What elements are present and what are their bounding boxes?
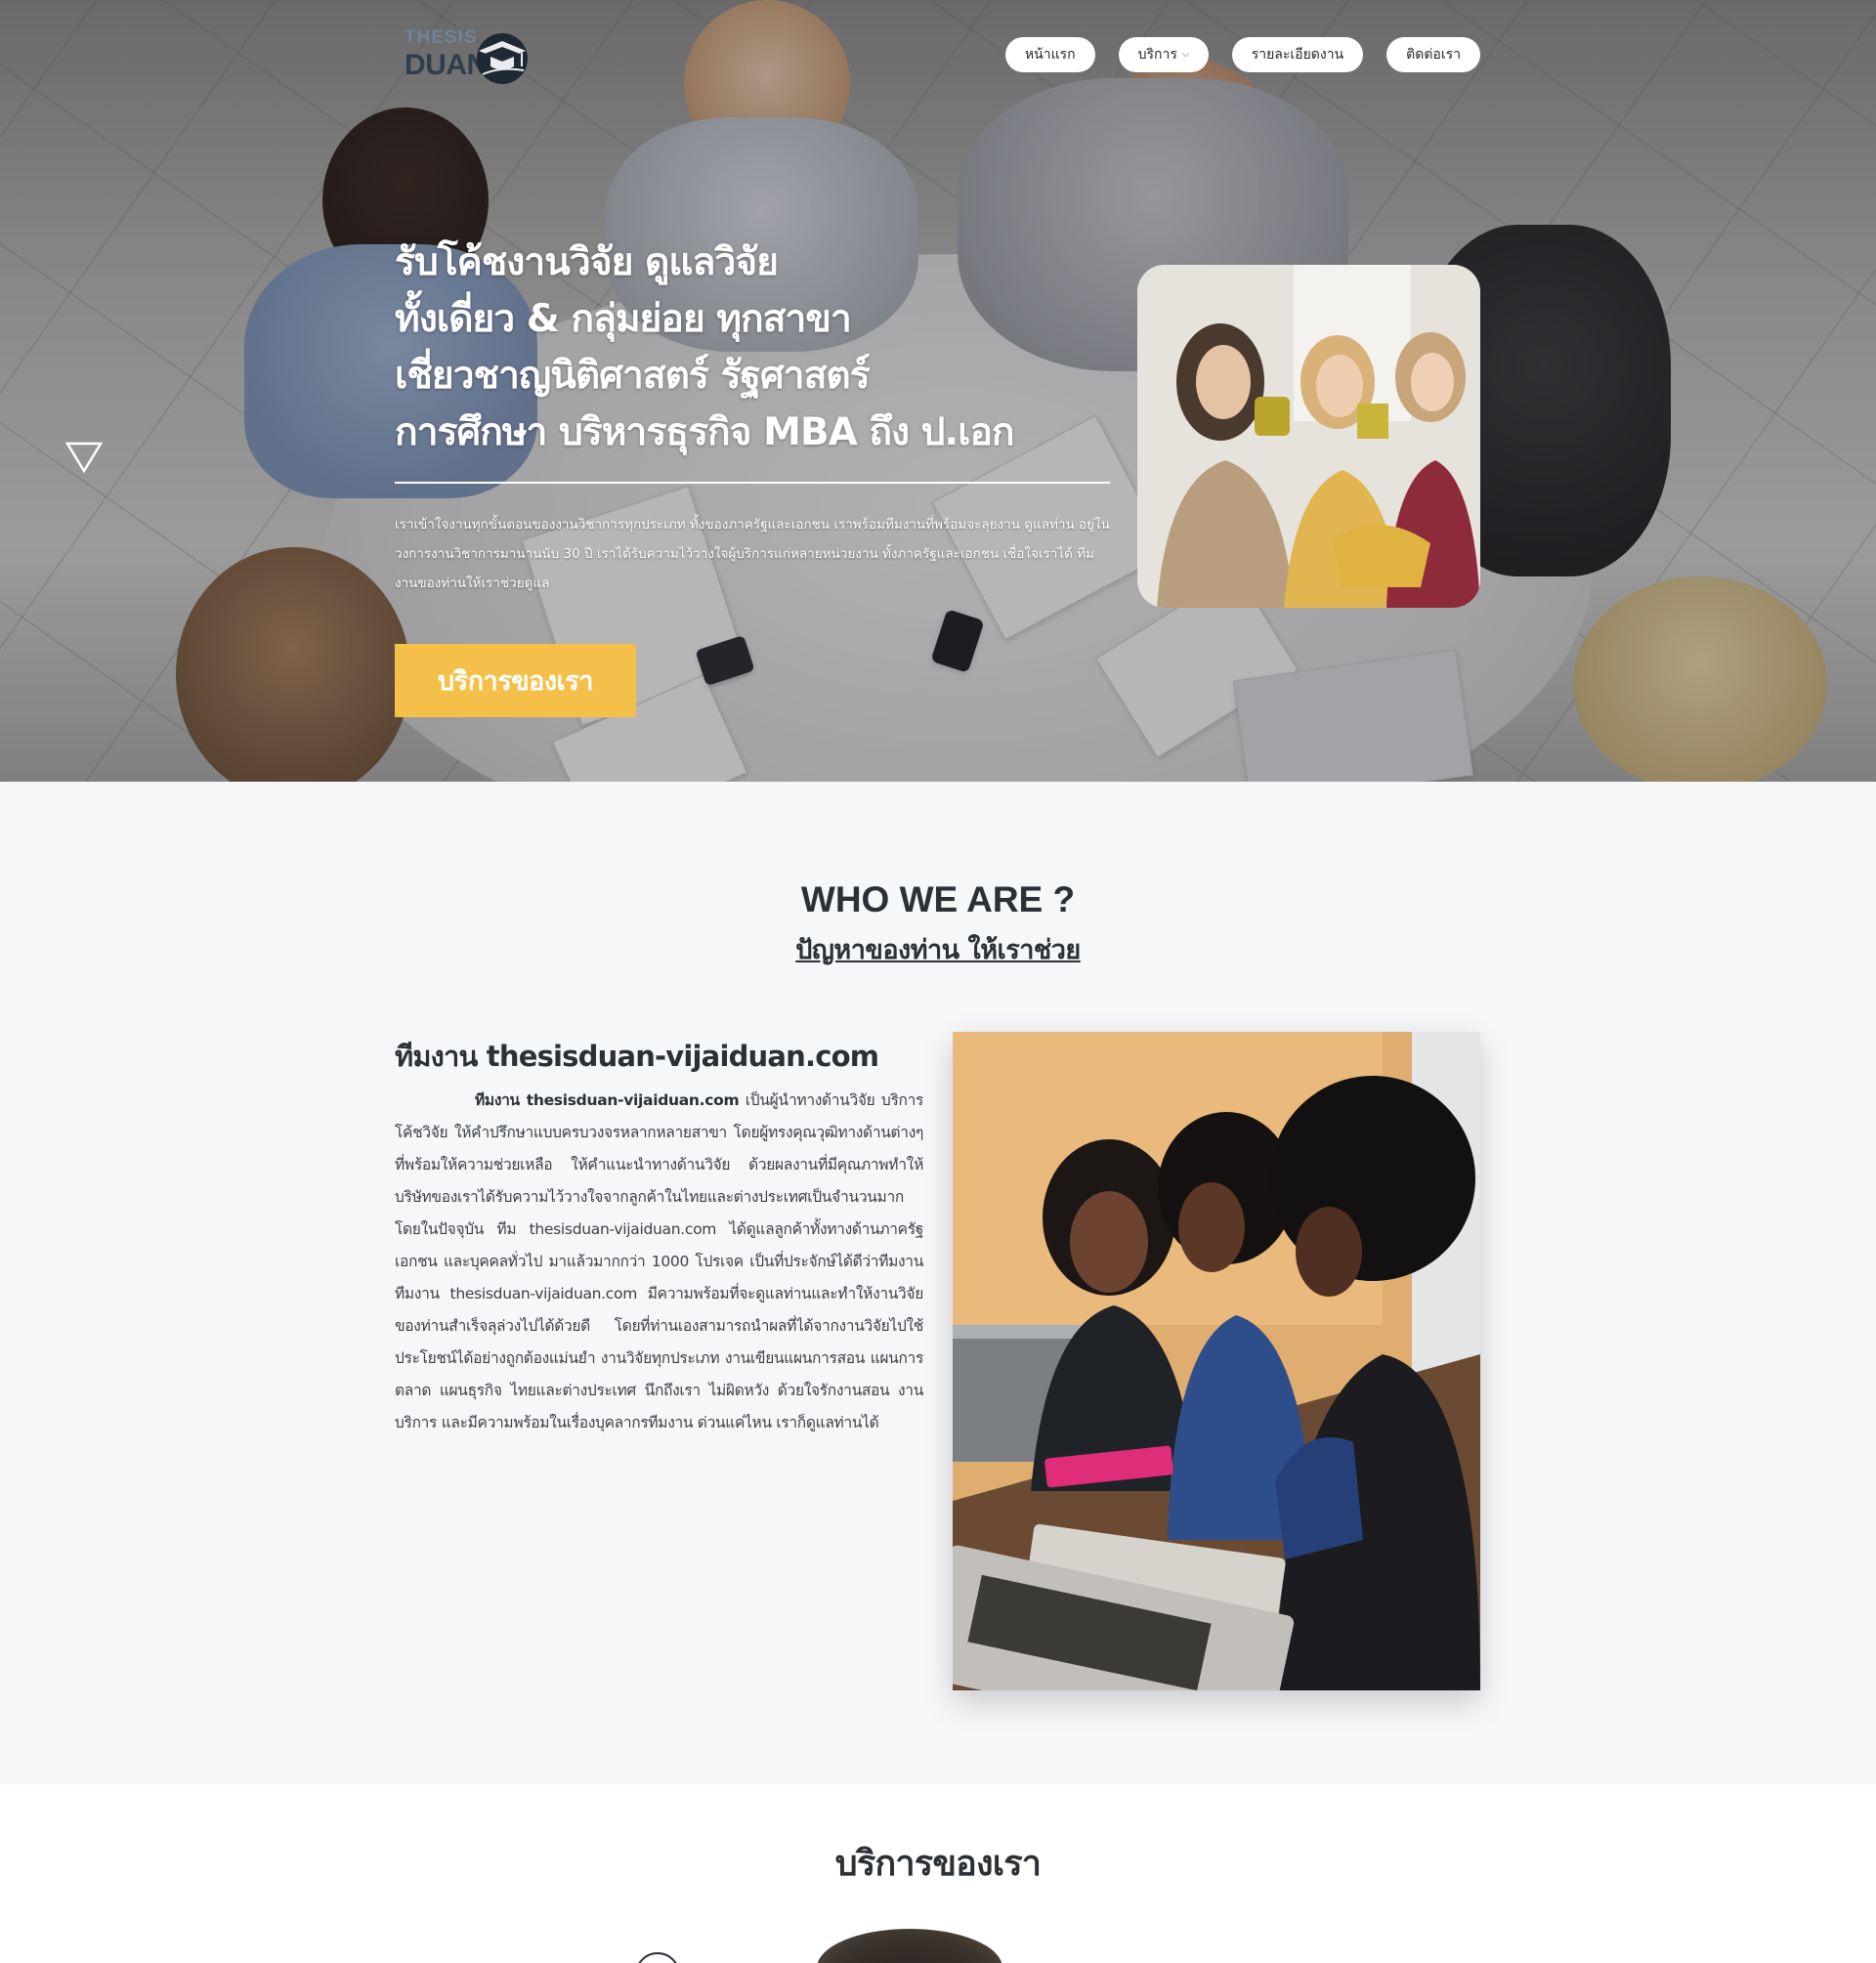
hero-title: รับโค้ชงานวิจัย ดูแลวิจัย ทั้งเดี่ยว & ก… (395, 235, 1137, 461)
chevron-down-icon: ⌵ (1181, 50, 1189, 60)
services-section: บริการของเรา (0, 1784, 1876, 1963)
nav-services-label: บริการ (1137, 47, 1177, 63)
team-description-body: เป็นผู้นำทางด้านวิจัย บริการโค้ชวิจัย ให… (395, 1091, 923, 1431)
nav-services[interactable]: บริการ ⌵ (1118, 37, 1209, 72)
team-description-lead: ทีมงาน thesisduan-vijaiduan.com (475, 1091, 740, 1109)
nav-work-details-label: รายละเอียดงาน (1251, 47, 1344, 63)
hero-description: เราเข้าใจงานทุกขั้นตอนของงานวิชาการทุกปร… (395, 517, 1110, 591)
team-description: ทีมงาน thesisduan-vijaiduan.com เป็นผู้น… (395, 1085, 923, 1439)
site-logo[interactable]: THESIS DUAN (401, 23, 537, 86)
logo-text-thesis: THESIS (405, 27, 478, 48)
team-meeting-photo (953, 1032, 1480, 1690)
hero-title-line: เชี่ยวชาญนิติศาสตร์ รัฐศาสตร์ (395, 354, 871, 398)
services-title: บริการของเรา (834, 1844, 1042, 1884)
hero-side-photo (1137, 265, 1480, 608)
graduation-cap-icon (477, 33, 528, 84)
hero-title-line: ทั้งเดี่ยว & กลุ่มย่อย ทุกสาขา (395, 297, 852, 341)
who-we-are-section: WHO WE ARE ? ปัญหาของท่าน ให้เราช่วย ทีม… (0, 782, 1876, 1784)
service-photo (817, 1929, 1002, 1963)
who-we-are-subtitle: ปัญหาของท่าน ให้เราช่วย (795, 935, 1081, 965)
nav-contact[interactable]: ติดต่อเรา (1386, 37, 1480, 72)
hero-divider (395, 482, 1110, 484)
main-nav: หน้าแรก บริการ ⌵ รายละเอียดงาน ติดต่อเรา (1004, 37, 1480, 72)
team-meeting-photo-image (953, 1032, 1480, 1690)
slider-prev-arrow-icon[interactable] (64, 440, 104, 475)
service-icon (635, 1952, 680, 1963)
nav-home-label: หน้าแรก (1024, 47, 1076, 63)
nav-work-details[interactable]: รายละเอียดงาน (1231, 37, 1364, 72)
hero-title-line: การศึกษา บริหารธุรกิจ MBA ถึง ป.เอก (395, 410, 1015, 454)
our-services-button[interactable]: บริการของเรา (395, 644, 636, 717)
who-we-are-title: WHO WE ARE ? (800, 879, 1076, 919)
hero-section: THESIS DUAN หน้าแรก บริการ ⌵ รายละเอียดงา… (0, 0, 1876, 782)
nav-contact-label: ติดต่อเรา (1406, 47, 1461, 63)
hero-side-photo-image (1137, 265, 1480, 608)
service-icon (1221, 1956, 1260, 1963)
nav-home[interactable]: หน้าแรก (1004, 37, 1095, 72)
hero-title-line: รับโค้ชงานวิจัย ดูแลวิจัย (395, 240, 779, 284)
team-title: ทีมงาน thesisduan-vijaiduan.com (395, 1040, 879, 1073)
